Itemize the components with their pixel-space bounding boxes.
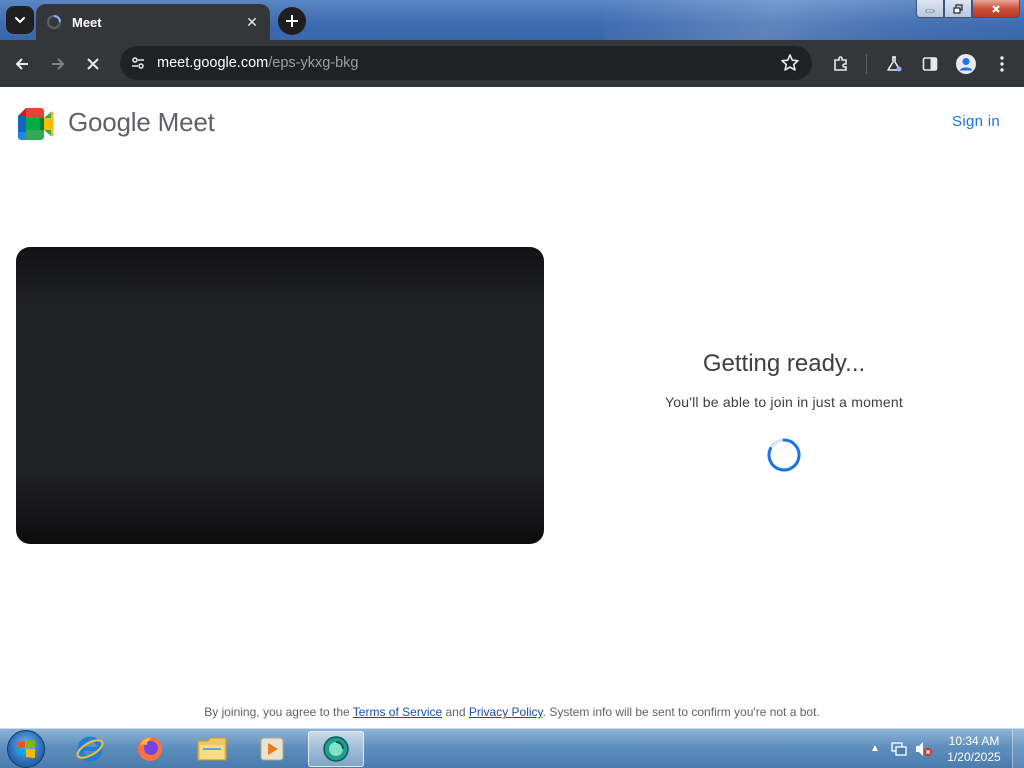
loading-spinner-icon [47,15,61,29]
terms-notice: By joining, you agree to the Terms of Se… [0,705,1024,719]
restore-button[interactable] [944,0,972,18]
side-panel-button[interactable] [918,52,942,76]
clock-time: 10:34 AM [948,734,1000,748]
site-info-icon[interactable] [128,53,148,73]
plus-icon [286,15,298,27]
close-icon [87,58,99,70]
minimize-button[interactable] [916,0,944,18]
stop-loading-button[interactable] [81,52,105,76]
flask-icon [887,56,902,72]
clock-date: 1/20/2025 [947,750,1001,764]
minimize-icon [925,9,935,12]
terms-of-service-link[interactable]: Terms of Service [353,705,442,719]
volume-muted-icon[interactable] [915,741,933,757]
browser-tab-active[interactable]: Meet ✕ [36,4,270,40]
address-bar[interactable]: meet.google.com/eps-ykxg-bkg [120,46,812,80]
file-explorer-icon [197,737,227,761]
status-title: Getting ready... [702,350,866,377]
browser-toolbar: meet.google.com/eps-ykxg-bkg [0,40,1024,87]
tab-close-icon[interactable]: ✕ [244,14,260,31]
puzzle-icon [834,56,847,71]
forward-button[interactable] [46,52,70,76]
chevron-down-icon [15,17,25,24]
labs-button[interactable] [882,52,906,76]
taskbar-clock[interactable]: 10:34 AM 1/20/2025 [944,733,1004,765]
google-meet-logo-icon [18,108,54,140]
firefox-icon [138,737,162,761]
restore-icon [953,3,963,14]
windows-logo-icon [17,740,35,758]
windows-taskbar: ▲ 10:34 AM 1/20/2025 [0,728,1024,768]
arrow-left-icon [15,58,28,70]
show-hidden-icons-icon[interactable]: ▲ [870,743,880,754]
window-controls [916,0,1020,18]
profile-button[interactable] [954,52,978,76]
terms-prefix: By joining, you agree to the [204,705,353,719]
taskbar-internet-explorer[interactable] [62,731,118,767]
terms-middle: and [442,705,469,719]
url-host: meet.google.com [157,55,269,71]
bookmark-star-icon[interactable] [780,53,800,73]
meet-app-icon [323,736,349,762]
tab-title: Meet [72,14,102,30]
back-button[interactable] [10,52,34,76]
tab-search-button[interactable] [6,6,34,34]
arrow-right-icon [52,58,65,70]
side-panel-icon [922,57,938,71]
close-window-button[interactable] [972,0,1020,18]
kebab-menu-icon [1000,56,1004,72]
video-preview [16,247,544,544]
terms-suffix: . System info will be sent to confirm yo… [542,705,820,719]
taskbar-meet-app[interactable] [308,731,364,767]
status-subtitle: You'll be able to join in just a moment [665,394,903,410]
browser-titlebar: Meet ✕ [0,0,1024,40]
meet-page: Google Meet Sign in Getting ready... You… [0,87,1024,728]
privacy-policy-link[interactable]: Privacy Policy [469,705,543,719]
sign-in-link[interactable]: Sign in [952,113,1000,130]
extensions-button[interactable] [829,52,853,76]
show-desktop-button[interactable] [1012,729,1024,768]
media-player-icon [260,737,284,761]
taskbar-firefox[interactable] [122,731,178,767]
internet-explorer-icon [76,736,104,762]
taskbar-media-player[interactable] [244,731,300,767]
google-meet-wordmark: Google Meet [68,107,215,137]
start-button[interactable] [7,730,45,768]
toolbar-divider [866,54,867,74]
loading-spinner-icon [767,438,801,472]
avatar-icon [956,54,976,74]
url-path: /eps-ykxg-bkg [268,55,359,71]
browser-menu-button[interactable] [990,52,1014,76]
url-text: meet.google.com/eps-ykxg-bkg [157,55,359,71]
new-tab-button[interactable] [278,7,306,35]
close-icon [992,4,1000,13]
network-icon[interactable] [891,742,907,756]
taskbar-file-explorer[interactable] [184,731,240,767]
